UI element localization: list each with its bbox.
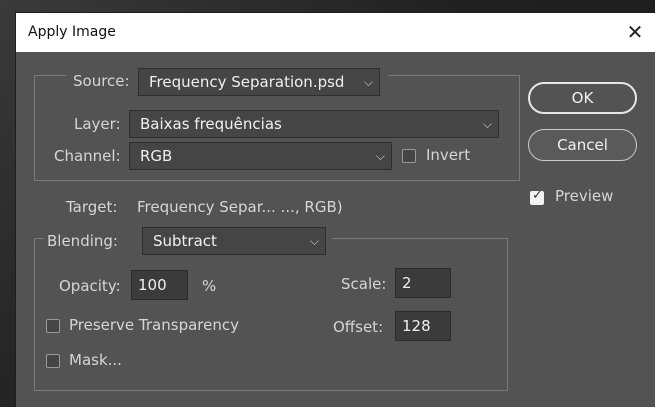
scale-input[interactable]: 2 — [395, 268, 451, 298]
source-label: Source: — [73, 72, 130, 90]
source-select[interactable]: Frequency Separation.psd ⌵ — [138, 68, 380, 96]
scale-label: Scale: — [341, 275, 387, 293]
cancel-button[interactable]: Cancel — [528, 129, 637, 161]
invert-label[interactable]: Invert — [426, 146, 470, 164]
source-select-value: Frequency Separation.psd — [149, 73, 345, 91]
layer-select[interactable]: Baixas frequências ⌵ — [129, 110, 499, 138]
target-value: Frequency Separ... ..., RGB) — [137, 198, 343, 216]
offset-input[interactable]: 128 — [395, 311, 451, 341]
blending-mode-value: Subtract — [153, 232, 217, 250]
scale-value: 2 — [402, 274, 412, 292]
target-label: Target: — [66, 198, 118, 216]
opacity-unit: % — [202, 277, 217, 295]
invert-checkbox[interactable] — [402, 149, 416, 163]
dialog-title: Apply Image — [28, 24, 116, 40]
preview-label[interactable]: Preview — [555, 187, 613, 205]
channel-select-value: RGB — [140, 147, 173, 165]
ok-button[interactable]: OK — [528, 82, 637, 114]
chevron-down-icon: ⌵ — [482, 117, 492, 131]
chevron-down-icon: ⌵ — [375, 149, 385, 163]
offset-value: 128 — [402, 317, 431, 335]
chevron-down-icon: ⌵ — [363, 75, 373, 89]
channel-select[interactable]: RGB ⌵ — [129, 142, 392, 170]
offset-label: Offset: — [333, 318, 384, 336]
apply-image-dialog: Apply Image ✕ Source: Frequency Separati… — [16, 13, 655, 407]
channel-label: Channel: — [54, 147, 121, 165]
preview-checkbox[interactable]: ✓ — [530, 188, 544, 205]
title-bar: Apply Image ✕ — [16, 13, 655, 52]
close-icon[interactable]: ✕ — [615, 13, 655, 52]
chevron-down-icon: ⌵ — [309, 234, 319, 248]
mask-checkbox[interactable] — [46, 354, 60, 368]
checkmark-icon: ✓ — [532, 188, 543, 203]
opacity-label: Opacity: — [59, 277, 121, 295]
mask-label[interactable]: Mask... — [69, 351, 122, 369]
blending-mode-select[interactable]: Subtract ⌵ — [142, 227, 326, 255]
layer-select-value: Baixas frequências — [140, 115, 282, 133]
blending-label: Blending: — [47, 232, 118, 250]
preserve-transparency-checkbox[interactable] — [46, 319, 60, 333]
layer-label: Layer: — [74, 115, 121, 133]
opacity-value: 100 — [138, 276, 167, 294]
opacity-input[interactable]: 100 — [131, 270, 188, 300]
preserve-transparency-label[interactable]: Preserve Transparency — [69, 316, 239, 334]
